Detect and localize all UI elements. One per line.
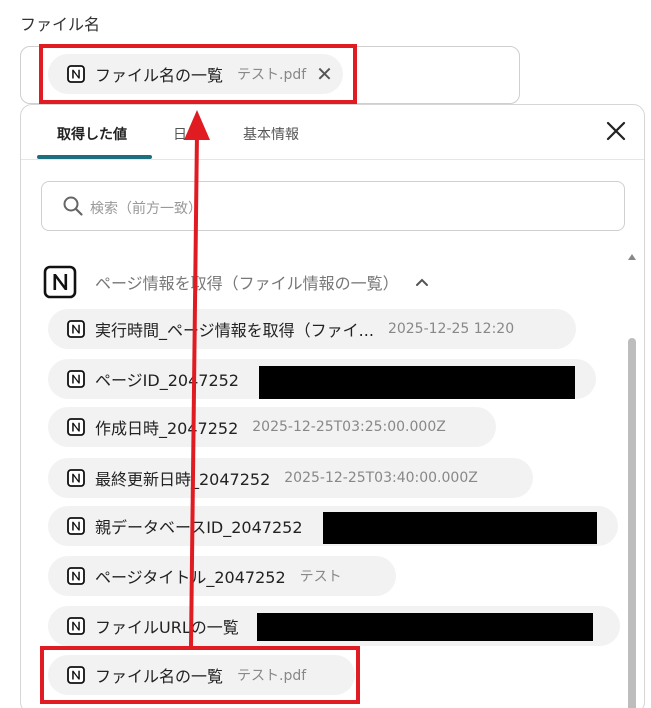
arrow-annotation <box>184 110 210 647</box>
